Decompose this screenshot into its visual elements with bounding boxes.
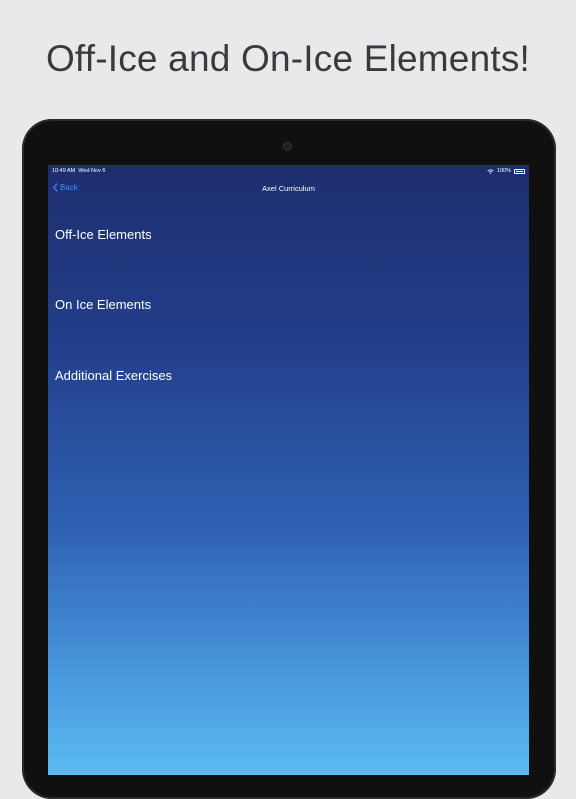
menu-item-additional-exercises[interactable]: Additional Exercises [55,368,172,383]
battery-icon [514,168,525,174]
status-bar: 10:49 AM Wed Nov 6 100% [48,165,529,178]
menu-item-off-ice-elements[interactable]: Off-Ice Elements [55,227,152,242]
navigation-bar: Back Axel Curriculum [48,179,529,197]
wifi-icon [487,168,494,174]
status-date: Wed Nov 6 [78,168,106,174]
menu-item-on-ice-elements[interactable]: On Ice Elements [55,297,151,312]
nav-title: Axel Curriculum [262,184,315,193]
status-time: 10:49 AM [52,168,76,174]
app-screen: 10:49 AM Wed Nov 6 100% Back Axel Curric… [48,165,529,775]
status-time-date: 10:49 AM Wed Nov 6 [52,168,105,174]
promo-headline: Off-Ice and On-Ice Elements! [45,38,531,79]
camera-icon [283,142,292,151]
status-right: 100% [487,168,525,174]
battery-percent: 100% [496,168,511,174]
